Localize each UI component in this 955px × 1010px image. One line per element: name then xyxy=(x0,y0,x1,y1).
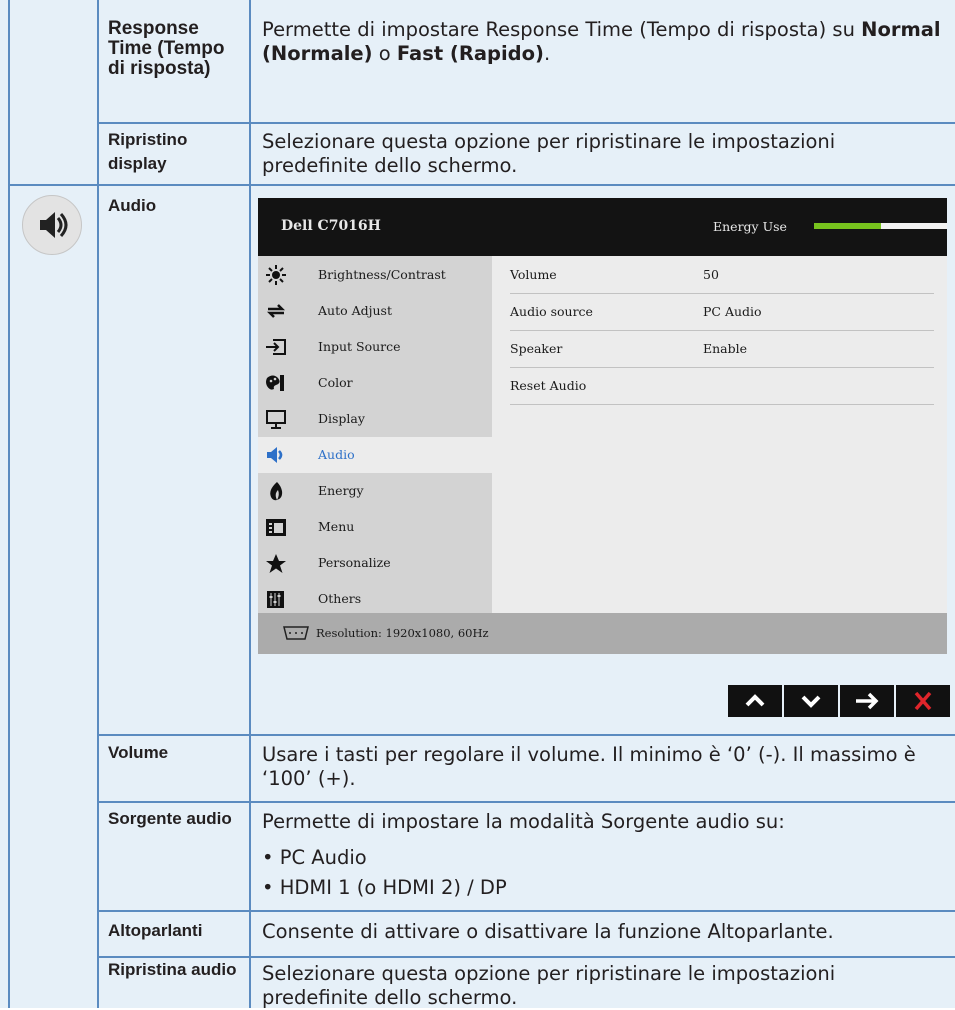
setting-name: Speaker xyxy=(510,341,563,356)
close-icon xyxy=(914,691,932,711)
menu-item-auto-adjust[interactable]: Auto Adjust xyxy=(258,293,492,329)
menu-item-input-source[interactable]: Input Source xyxy=(258,329,492,365)
setting-name: Volume xyxy=(510,267,557,282)
menu-item-label: Display xyxy=(318,411,365,426)
speaker-icon xyxy=(267,447,283,463)
row-divider xyxy=(97,734,955,736)
arrow-right-icon xyxy=(856,692,879,710)
menu-item-personalize[interactable]: Personalize xyxy=(258,545,492,581)
brightness-icon xyxy=(266,265,286,285)
row-label: Volume xyxy=(108,743,169,762)
auto-adjust-icon xyxy=(266,304,286,318)
setting-value: PC Audio xyxy=(703,304,762,319)
table-column-divider xyxy=(249,0,251,1008)
row-description: Selezionare questa opzione per ripristin… xyxy=(262,130,836,177)
menu-item-label: Personalize xyxy=(318,555,391,570)
star-icon xyxy=(266,554,286,573)
chevron-up-icon xyxy=(745,694,765,707)
setting-row[interactable]: Volume 50 xyxy=(510,256,934,294)
video-port-icon xyxy=(283,626,309,640)
energy-use-fill xyxy=(814,223,881,229)
bullet-item: • HDMI 1 (o HDMI 2) / DP xyxy=(262,876,507,899)
others-icon xyxy=(267,591,284,608)
menu-item-color[interactable]: Color xyxy=(258,365,492,401)
row-divider xyxy=(97,801,955,803)
menu-item-others[interactable]: Others xyxy=(258,581,492,617)
menu-item-label: Brightness/Contrast xyxy=(318,267,446,282)
row-description: Permette di impostare Response Time (Tem… xyxy=(262,18,941,65)
setting-name: Reset Audio xyxy=(510,378,587,393)
energy-use-bar xyxy=(814,223,947,229)
row-label: Response Time (Tempo di risposta) xyxy=(108,18,225,79)
menu-item-label: Auto Adjust xyxy=(318,303,392,318)
row-label: Ripristina audio xyxy=(108,960,237,979)
setting-row[interactable]: Audio source PC Audio xyxy=(510,293,934,331)
row-description: Usare i tasti per regolare il volume. Il… xyxy=(262,743,916,790)
row-label: Audio xyxy=(108,196,157,215)
row-divider xyxy=(8,184,955,186)
osd-title: Dell C7016H xyxy=(281,218,381,234)
row-label: Altoparlanti xyxy=(108,921,203,940)
osd-menu-list: Brightness/Contrast Auto Adjust Input Sour… xyxy=(258,256,492,613)
menu-icon xyxy=(266,519,286,536)
settings-table: Response Time (Tempo di risposta) Permet… xyxy=(0,0,955,1009)
setting-value: 50 xyxy=(703,267,719,282)
menu-item-label: Others xyxy=(318,591,362,606)
osd-body: Brightness/Contrast Auto Adjust Input Sour… xyxy=(258,256,947,613)
table-border-left xyxy=(8,0,10,1008)
row-divider xyxy=(97,910,955,912)
menu-item-label: Audio xyxy=(318,447,355,462)
menu-item-label: Energy xyxy=(318,483,364,498)
row-label: Ripristino display xyxy=(108,130,188,173)
speaker-icon xyxy=(22,195,82,255)
osd-header: Dell C7016H Energy Use xyxy=(258,198,947,256)
menu-item-menu[interactable]: Menu xyxy=(258,509,492,545)
enter-button[interactable] xyxy=(840,685,894,717)
setting-name: Audio source xyxy=(510,304,593,319)
row-description: Consente di attivare o disattivare la fu… xyxy=(262,920,834,943)
resolution-text: Resolution: 1920x1080, 60Hz xyxy=(316,626,489,640)
menu-item-display[interactable]: Display xyxy=(258,401,492,437)
menu-item-energy[interactable]: Energy xyxy=(258,473,492,509)
setting-value: Enable xyxy=(703,341,748,356)
exit-button[interactable] xyxy=(896,685,950,717)
down-button[interactable] xyxy=(784,685,838,717)
bullet-item: • PC Audio xyxy=(262,846,367,869)
row-description: Permette di impostare la modalità Sorgen… xyxy=(262,810,785,833)
row-divider xyxy=(97,122,955,124)
color-icon xyxy=(266,375,284,391)
osd-footer: Resolution: 1920x1080, 60Hz xyxy=(258,613,947,654)
row-label: Sorgente audio xyxy=(108,809,232,828)
menu-item-label: Input Source xyxy=(318,339,401,354)
row-description: Selezionare questa opzione per ripristin… xyxy=(262,962,836,1009)
menu-item-brightness-contrast[interactable]: Brightness/Contrast xyxy=(258,257,492,293)
input-source-icon xyxy=(266,339,286,355)
energy-icon xyxy=(270,482,283,501)
setting-row[interactable]: Reset Audio xyxy=(510,367,934,405)
up-button[interactable] xyxy=(728,685,782,717)
chevron-down-icon xyxy=(801,695,821,708)
display-icon xyxy=(266,410,286,429)
osd-menu-screenshot: Dell C7016H Energy Use Brightness/Contra… xyxy=(258,198,947,654)
menu-item-label: Color xyxy=(318,375,353,390)
energy-use-label: Energy Use xyxy=(713,219,787,234)
menu-item-label: Menu xyxy=(318,519,355,534)
setting-row[interactable]: Speaker Enable xyxy=(510,330,934,368)
menu-item-audio[interactable]: Audio xyxy=(258,437,492,473)
table-column-divider xyxy=(97,0,99,1008)
